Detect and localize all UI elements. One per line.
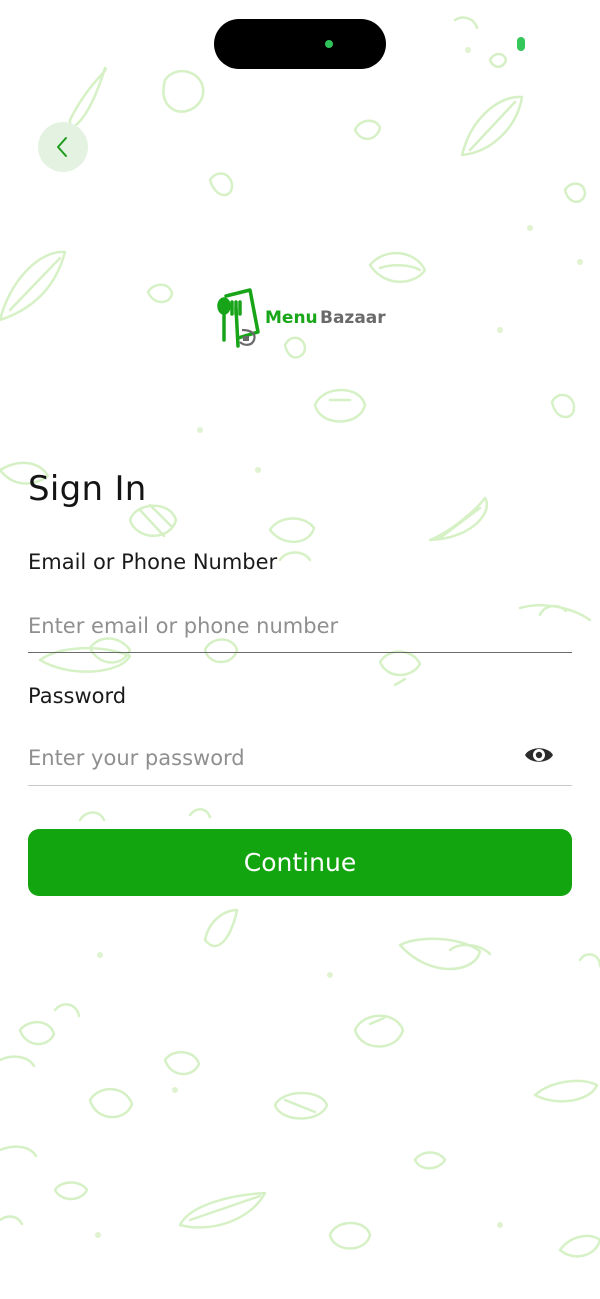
- logo-text-menu: Menu: [265, 308, 318, 328]
- sign-in-screen: Menu Bazaar Sign In Email or Phone Numbe…: [0, 0, 600, 1299]
- status-indicator: [517, 37, 525, 51]
- email-label: Email or Phone Number: [28, 550, 278, 574]
- email-field[interactable]: [28, 600, 572, 653]
- password-label: Password: [28, 684, 127, 708]
- page-title: Sign In: [28, 468, 147, 509]
- logo-mark-icon: [217, 288, 260, 348]
- dynamic-island: [214, 19, 386, 69]
- app-logo: Menu Bazaar: [216, 288, 396, 350]
- camera-indicator-dot: [325, 40, 333, 48]
- continue-button[interactable]: Continue: [28, 829, 572, 896]
- back-button[interactable]: [38, 122, 88, 172]
- eye-icon[interactable]: [522, 740, 556, 770]
- chevron-left-icon: [57, 137, 67, 157]
- logo-text-bazaar: Bazaar: [320, 308, 386, 328]
- password-field[interactable]: [28, 730, 572, 786]
